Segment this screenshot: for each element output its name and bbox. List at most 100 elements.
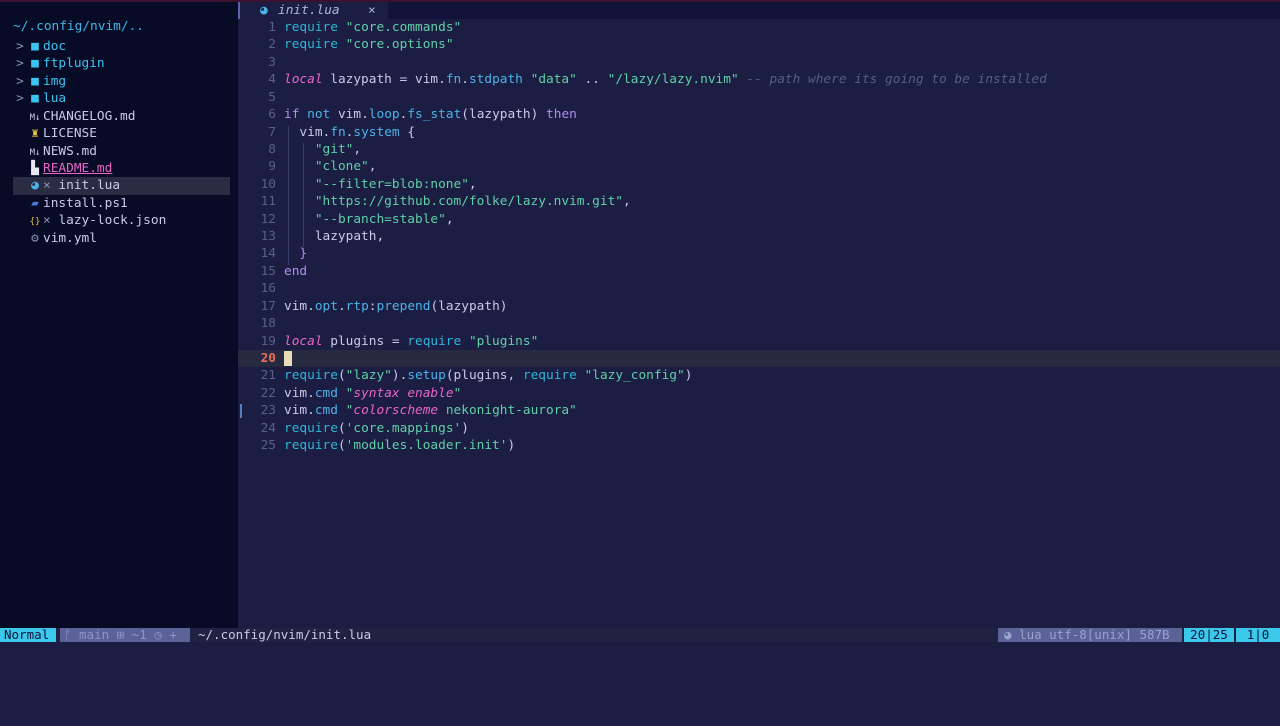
code-line-24[interactable]: 24 require('core.mappings')	[238, 420, 1280, 437]
line-number: 3	[268, 54, 276, 70]
code-token: end	[284, 263, 308, 279]
code-line-6[interactable]: 6 if not vim.loop.fs_stat(lazypath) then	[238, 106, 1280, 123]
code-text: "clone",	[284, 158, 377, 175]
line-number: 16	[260, 281, 276, 297]
code-text: vim.opt.rtp:prepend(lazypath)	[284, 298, 508, 315]
code-token: ).	[391, 368, 408, 384]
code-line-22[interactable]: 22 vim.cmd "syntax enable"	[238, 385, 1280, 402]
code-line-25[interactable]: 25 require('modules.loader.init')	[238, 437, 1280, 454]
file-name: NEWS.md	[43, 143, 97, 159]
git-status: ᚠ main ⊞ ~1 ◷ +	[60, 628, 190, 642]
code-token: cmd	[314, 385, 338, 401]
tree-item-changelog-md[interactable]: M↓ CHANGELOG.md	[13, 108, 230, 125]
code-token: "core.options"	[345, 37, 454, 53]
tree-item-init-lua[interactable]: ◕ × init.lua	[13, 177, 230, 195]
code-line-20[interactable]: 20	[238, 349, 1280, 368]
code-token: vim.	[284, 403, 315, 419]
code-line-15[interactable]: 15 end	[238, 263, 1280, 280]
code-text: "--branch=stable",	[284, 211, 454, 228]
code-text: require "core.commands"	[284, 19, 461, 36]
code-token: then	[546, 107, 577, 123]
code-line-17[interactable]: 17 vim.opt.rtp:prepend(lazypath)	[238, 298, 1280, 315]
file-name: lazy-lock.json	[58, 213, 167, 229]
code-token: prepend	[376, 298, 431, 314]
file-name: lua	[43, 91, 67, 107]
code-token: colorscheme	[353, 403, 439, 419]
line-number: 11	[260, 194, 276, 210]
code-line-11[interactable]: 11 "https://github.com/folke/lazy.nvim.g…	[238, 193, 1280, 210]
code-line-1[interactable]: 1 require "core.commands"	[238, 19, 1280, 36]
file-name: init.lua	[58, 178, 121, 194]
code-token: loop	[368, 107, 400, 123]
line-number: 23	[260, 403, 276, 419]
code-line-9[interactable]: 9 "clone",	[238, 158, 1280, 175]
file-name: img	[43, 73, 67, 89]
code-line-19[interactable]: 19 local plugins = require "plugins"	[238, 333, 1280, 350]
file-name: LICENSE	[43, 126, 97, 142]
tree-item-readme-md[interactable]: ▙ README.md	[13, 160, 230, 177]
code-token: cmd	[314, 403, 338, 419]
code-token: "https://github.com/folke/lazy.nvim.git"	[314, 194, 624, 210]
tree-item-lua[interactable]: > ■ lua	[13, 90, 230, 107]
line-number: 2	[268, 37, 276, 53]
line-number: 1	[268, 20, 276, 35]
code-token: "lazy"	[345, 368, 392, 384]
code-token: require	[284, 420, 338, 436]
code-line-10[interactable]: 10 "--filter=blob:none",	[238, 176, 1280, 193]
line-number: 13	[260, 229, 276, 245]
code-token: )	[684, 368, 693, 384]
code-token: "	[453, 385, 462, 401]
code-line-4[interactable]: 4 local lazypath = vim.fn.stdpath "data" …	[238, 71, 1280, 88]
code-token: system	[353, 124, 400, 140]
code-line-2[interactable]: 2 require "core.options"	[238, 36, 1280, 53]
file-name: README.md	[43, 160, 113, 176]
code-token: vim.	[284, 385, 315, 401]
code-editor[interactable]: 1 require "core.commands" 2 require "core.o…	[238, 19, 1280, 628]
code-line-13[interactable]: 13 lazypath,	[238, 228, 1280, 245]
tree-item-license[interactable]: ♜ LICENSE	[13, 125, 230, 142]
tree-item-install-ps1[interactable]: ▰ install.ps1	[13, 195, 230, 212]
code-token: require	[284, 20, 338, 35]
code-line-3[interactable]: 3	[238, 54, 1280, 71]
code-line-5[interactable]: 5	[238, 89, 1280, 106]
code-token: local	[284, 333, 323, 349]
code-line-8[interactable]: 8 "git",	[238, 141, 1280, 158]
code-token: local	[284, 72, 323, 88]
tree-item-vim-yml[interactable]: ⚙ vim.yml	[13, 230, 230, 247]
tree-item-doc[interactable]: > ■ doc	[13, 38, 230, 55]
folder-icon: ■	[31, 39, 39, 54]
close-tab-icon[interactable]: ×	[368, 2, 376, 19]
line-number: 6	[268, 107, 276, 123]
code-line-12[interactable]: 12 "--branch=stable",	[238, 211, 1280, 228]
code-line-7[interactable]: 7 vim.fn.system {	[238, 124, 1280, 141]
statusline: Normal ᚠ main ⊞ ~1 ◷ + ~/.config/nvim/in…	[0, 628, 1280, 642]
tree-item-img[interactable]: > ■ img	[13, 73, 230, 90]
code-token: "--branch=stable"	[314, 211, 446, 227]
code-token: nekonight-aurora"	[438, 403, 577, 419]
code-token: opt	[314, 298, 338, 314]
code-token: lazypath,	[284, 229, 385, 245]
code-line-18[interactable]: 18	[238, 315, 1280, 332]
code-line-14[interactable]: 14 }	[238, 245, 1280, 262]
code-token: require	[284, 37, 338, 53]
line-number: 17	[260, 298, 276, 314]
code-token: "plugins"	[468, 333, 539, 349]
tab-init-lua[interactable]: ◕ init.lua ×	[238, 2, 388, 19]
tree-item-lazy-lock-json[interactable]: {} × lazy-lock.json	[13, 212, 230, 229]
line-number: 20	[260, 350, 276, 366]
code-token: require	[284, 368, 338, 384]
line-position: 20|25	[1184, 628, 1234, 642]
indent-guide	[288, 125, 289, 265]
column-position: 1|0	[1236, 628, 1280, 642]
line-number: 5	[268, 89, 276, 105]
code-line-21[interactable]: 21 require("lazy").setup(plugins, require…	[238, 367, 1280, 384]
tree-item-ftplugin[interactable]: > ■ ftplugin	[13, 55, 230, 72]
code-token: ,	[468, 176, 477, 192]
tree-item-news-md[interactable]: M↓ NEWS.md	[13, 143, 230, 160]
powershell-icon: ▰	[31, 195, 39, 211]
code-token: -- path where its going to be installed	[746, 72, 1047, 88]
code-line-16[interactable]: 16	[238, 280, 1280, 297]
code-line-23[interactable]: 23 vim.cmd "colorscheme nekonight-aurora"	[238, 402, 1280, 419]
tabline: ◕ init.lua ×	[238, 2, 1280, 19]
folder-icon: ■	[31, 73, 39, 89]
